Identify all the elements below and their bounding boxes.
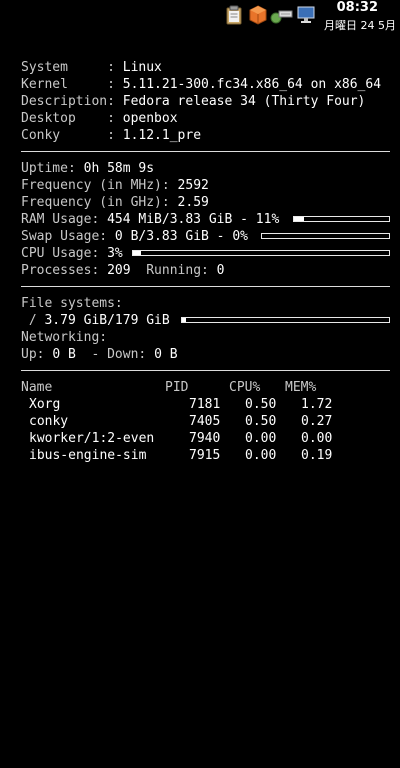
conky-value: 1.12.1_pre bbox=[122, 128, 202, 143]
process-mem: 0.19 bbox=[301, 448, 333, 463]
process-pid: 7405 bbox=[189, 414, 221, 429]
cpu-usage-line: CPU Usage: 3% bbox=[21, 245, 390, 262]
process-row: ibus-engine-sim 7915 0.00 0.19 bbox=[21, 447, 390, 464]
process-pid: 7181 bbox=[189, 397, 221, 412]
network-wired-icon[interactable] bbox=[270, 5, 294, 25]
down-value: 0 B bbox=[154, 347, 178, 362]
up-value: 0 B bbox=[52, 347, 76, 362]
processes-label: Processes: bbox=[21, 263, 108, 278]
process-mem: 0.00 bbox=[301, 431, 333, 446]
monitor-icon[interactable] bbox=[296, 5, 316, 25]
swap-usage-line: Swap Usage: 0 B/3.83 GiB - 0% bbox=[21, 228, 390, 245]
divider bbox=[21, 286, 390, 287]
process-row: conky 7405 0.50 0.27 bbox=[21, 413, 390, 430]
frequency-mhz-value: 2592 bbox=[177, 178, 209, 193]
processes-value: 209 bbox=[107, 263, 131, 278]
down-label: - Down: bbox=[75, 347, 155, 362]
ram-usage-label: RAM Usage: bbox=[21, 212, 108, 227]
process-pid: 7940 bbox=[189, 431, 221, 446]
process-name: ibus-engine-sim bbox=[29, 448, 147, 463]
frequency-ghz-label: Frequency (in GHz): bbox=[21, 195, 178, 210]
process-row: kworker/1:2-even 7940 0.00 0.00 bbox=[21, 430, 390, 447]
uptime-label: Uptime: bbox=[21, 161, 84, 176]
system-value: Linux bbox=[122, 60, 162, 75]
running-value: 0 bbox=[216, 263, 225, 278]
system-tray: 08:32 月曜日 24 5月 bbox=[0, 0, 400, 34]
networking-heading: Networking: bbox=[21, 330, 108, 345]
desktop-value: openbox bbox=[122, 111, 178, 126]
conky-label: Conky : bbox=[21, 128, 123, 143]
ram-usage-value: 454 MiB/3.83 GiB - 11% bbox=[107, 212, 280, 227]
clock-date[interactable]: 月曜日 24 5月 bbox=[324, 17, 396, 33]
description-line: Description: Fedora release 34 (Thirty F… bbox=[21, 93, 390, 110]
uptime-line: Uptime: 0h 58m 9s bbox=[21, 160, 390, 177]
cpu-usage-label: CPU Usage: bbox=[21, 246, 108, 261]
process-cpu: 0.50 bbox=[245, 414, 277, 429]
clock-time[interactable]: 08:32 bbox=[337, 0, 378, 15]
file-systems-title: File systems: bbox=[21, 295, 390, 312]
process-cpu: 0.50 bbox=[245, 397, 277, 412]
process-name: conky bbox=[29, 414, 69, 429]
root-fs-bar-fill bbox=[182, 318, 187, 322]
conky-panel: System : Linux Kernel : 5.11.21-300.fc34… bbox=[21, 59, 390, 464]
up-label: Up: bbox=[21, 347, 53, 362]
package-cube-icon[interactable] bbox=[248, 5, 268, 25]
header-pid: PID bbox=[165, 380, 189, 395]
kernel-value: 5.11.21-300.fc34.x86_64 on x86_64 bbox=[122, 77, 382, 92]
cpu-usage-bar-fill bbox=[133, 251, 141, 255]
networking-title: Networking: bbox=[21, 329, 390, 346]
header-mem: MEM% bbox=[285, 380, 317, 395]
process-pid: 7915 bbox=[189, 448, 221, 463]
process-mem: 0.27 bbox=[301, 414, 333, 429]
process-name: kworker/1:2-even bbox=[29, 431, 155, 446]
network-traffic-line: Up: 0 B - Down: 0 B bbox=[21, 346, 390, 363]
divider bbox=[21, 151, 390, 152]
description-value: Fedora release 34 (Thirty Four) bbox=[122, 94, 366, 109]
kernel-label: Kernel : bbox=[21, 77, 123, 92]
frequency-mhz-line: Frequency (in MHz): 2592 bbox=[21, 177, 390, 194]
header-cpu: CPU% bbox=[229, 380, 261, 395]
conky-line: Conky : 1.12.1_pre bbox=[21, 127, 390, 144]
process-name: Xorg bbox=[29, 397, 61, 412]
system-line: System : Linux bbox=[21, 59, 390, 76]
root-fs-value: 3.79 GiB/179 GiB bbox=[44, 313, 170, 328]
swap-usage-label: Swap Usage: bbox=[21, 229, 115, 244]
description-label: Description: bbox=[21, 94, 123, 109]
ram-usage-bar-fill bbox=[294, 217, 305, 221]
process-row: Xorg 7181 0.50 1.72 bbox=[21, 396, 390, 413]
ram-usage-line: RAM Usage: 454 MiB/3.83 GiB - 11% bbox=[21, 211, 390, 228]
cpu-usage-bar bbox=[132, 250, 390, 256]
running-label: Running: bbox=[130, 263, 217, 278]
root-fs-label: / bbox=[21, 313, 45, 328]
system-label: System : bbox=[21, 60, 123, 75]
swap-usage-value: 0 B/3.83 GiB - 0% bbox=[114, 229, 248, 244]
kernel-line: Kernel : 5.11.21-300.fc34.x86_64 on x86_… bbox=[21, 76, 390, 93]
header-name: Name bbox=[21, 380, 53, 395]
uptime-value: 0h 58m 9s bbox=[83, 161, 155, 176]
desktop-label: Desktop : bbox=[21, 111, 123, 126]
clipboard-icon[interactable] bbox=[224, 5, 244, 25]
processes-line: Processes: 209 Running: 0 bbox=[21, 262, 390, 279]
divider bbox=[21, 370, 390, 371]
ram-usage-bar bbox=[293, 216, 390, 222]
root-fs-line: / 3.79 GiB/179 GiB bbox=[21, 312, 390, 329]
swap-usage-bar bbox=[261, 233, 390, 239]
process-table-header: Name PID CPU% MEM% bbox=[21, 379, 390, 396]
process-cpu: 0.00 bbox=[245, 448, 277, 463]
cpu-usage-value: 3% bbox=[107, 246, 123, 261]
frequency-ghz-value: 2.59 bbox=[177, 195, 209, 210]
process-mem: 1.72 bbox=[301, 397, 333, 412]
file-systems-heading: File systems: bbox=[21, 296, 123, 311]
process-cpu: 0.00 bbox=[245, 431, 277, 446]
frequency-mhz-label: Frequency (in MHz): bbox=[21, 178, 178, 193]
root-fs-bar bbox=[181, 317, 390, 323]
frequency-ghz-line: Frequency (in GHz): 2.59 bbox=[21, 194, 390, 211]
desktop-line: Desktop : openbox bbox=[21, 110, 390, 127]
